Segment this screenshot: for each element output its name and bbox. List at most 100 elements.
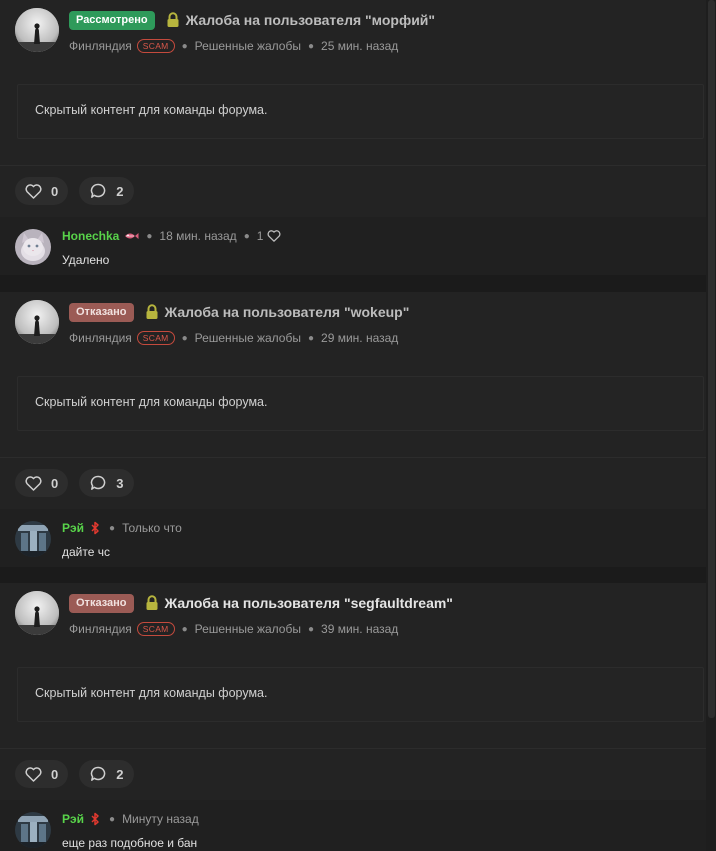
scrollbar[interactable] (706, 0, 716, 851)
hidden-content-box: Скрытый контент для команды форума. (17, 84, 704, 139)
comment-header: Рэй ● Только что (62, 521, 182, 535)
comment-time[interactable]: Минуту назад (122, 812, 199, 826)
commenter-avatar[interactable] (15, 229, 51, 265)
separator-dot: ● (109, 522, 116, 534)
forum-link[interactable]: Решенные жалобы (195, 39, 301, 53)
comment-bubble-icon (91, 475, 106, 490)
separator-dot: ● (109, 813, 116, 825)
author-name[interactable]: Финляндия (69, 39, 132, 53)
like-button[interactable]: 0 (15, 760, 69, 788)
hidden-content-text: Скрытый контент для команды форума. (35, 395, 268, 409)
comments-button[interactable]: 2 (79, 760, 135, 788)
comment-bubble-icon (91, 183, 106, 198)
commenter-name[interactable]: Рэй (62, 521, 84, 535)
separator-dot: ● (307, 40, 315, 52)
divider (0, 165, 706, 166)
thread-actions: 0 3 (15, 469, 145, 497)
comment-time[interactable]: 18 мин. назад (159, 229, 236, 243)
comment-header: Рэй ● Минуту назад (62, 812, 199, 826)
forum-link[interactable]: Решенные жалобы (195, 622, 301, 636)
author-avatar[interactable] (15, 8, 59, 52)
separator-dot: ● (307, 332, 315, 344)
thread-header: Отказано Жалоба на пользователя "segfaul… (0, 583, 706, 655)
scrollbar-thumb[interactable] (708, 0, 715, 718)
thread-header: Отказано Жалоба на пользователя "wokeup"… (0, 292, 706, 364)
thread-title[interactable]: Жалоба на пользователя "wokeup" (165, 304, 410, 320)
thread-actions: 0 2 (15, 177, 145, 205)
thread-title[interactable]: Жалоба на пользователя "segfaultdream" (165, 595, 453, 611)
comment-bubble-icon (91, 766, 106, 781)
lock-icon (167, 12, 179, 27)
thread-title-row: Отказано Жалоба на пользователя "wokeup" (69, 302, 409, 322)
like-count: 0 (51, 183, 59, 199)
like-button[interactable]: 0 (15, 177, 69, 205)
heart-icon (25, 183, 42, 199)
forum-link[interactable]: Решенные жалобы (195, 331, 301, 345)
divider (0, 457, 706, 458)
comment-count: 2 (116, 183, 124, 199)
last-comment: Honechka ● 18 мин. назад ● 1 Удалено (0, 217, 706, 275)
thread-card: Отказано Жалоба на пользователя "segfaul… (0, 583, 706, 800)
heart-icon (25, 475, 42, 491)
comments-button[interactable]: 2 (79, 177, 135, 205)
thread-title-row: Отказано Жалоба на пользователя "segfaul… (69, 593, 453, 613)
heart-icon[interactable] (267, 230, 281, 242)
scam-tag: SCAM (136, 39, 175, 53)
commenter-name[interactable]: Honechka (62, 229, 119, 243)
thread-card: Рассмотрено Жалоба на пользователя "морф… (0, 0, 706, 217)
thread-actions: 0 2 (15, 760, 145, 788)
author-avatar[interactable] (15, 300, 59, 344)
thread-title[interactable]: Жалоба на пользователя "морфий" (186, 12, 435, 28)
separator-dot: ● (181, 40, 188, 52)
separator-dot: ● (181, 332, 188, 344)
divider (0, 748, 706, 749)
post-time[interactable]: 25 мин. назад (321, 39, 398, 53)
scam-tag: SCAM (136, 622, 175, 636)
status-badge[interactable]: Отказано (69, 593, 134, 613)
comment-count: 3 (116, 475, 124, 491)
hidden-content-text: Скрытый контент для команды форума. (35, 686, 268, 700)
comment-text: Удалено (62, 253, 110, 267)
comment-count: 2 (116, 766, 124, 782)
like-button[interactable]: 0 (15, 469, 69, 497)
fish-badge-icon (125, 233, 139, 239)
lock-icon (146, 595, 158, 610)
author-name[interactable]: Финляндия (69, 331, 132, 345)
lock-icon (146, 304, 158, 319)
post-time[interactable]: 39 мин. назад (321, 622, 398, 636)
comment-time[interactable]: Только что (122, 521, 182, 535)
like-count: 0 (51, 766, 59, 782)
thread-card: Отказано Жалоба на пользователя "wokeup"… (0, 292, 706, 509)
commenter-avatar[interactable] (15, 521, 51, 557)
commenter-avatar[interactable] (15, 812, 51, 848)
last-comment: Рэй ● Только что дайте чс (0, 509, 706, 567)
thread-meta: Финляндия SCAM ● Решенные жалобы ● 39 ми… (69, 621, 398, 637)
thread-header: Рассмотрено Жалоба на пользователя "морф… (0, 0, 706, 72)
hidden-content-box: Скрытый контент для команды форума. (17, 667, 704, 722)
thread-title-row: Рассмотрено Жалоба на пользователя "морф… (69, 10, 435, 30)
bluetooth-rune-icon (91, 521, 99, 535)
status-badge[interactable]: Отказано (69, 302, 134, 322)
scam-tag: SCAM (136, 331, 175, 345)
comments-button[interactable]: 3 (79, 469, 135, 497)
separator-dot: ● (146, 230, 153, 242)
thread-meta: Финляндия SCAM ● Решенные жалобы ● 25 ми… (69, 38, 398, 54)
status-badge[interactable]: Рассмотрено (69, 10, 155, 30)
separator-dot: ● (307, 623, 315, 635)
comment-header: Honechka ● 18 мин. назад ● 1 (62, 229, 281, 243)
hidden-content-text: Скрытый контент для команды форума. (35, 103, 268, 117)
comment-text: дайте чс (62, 545, 110, 559)
thread-feed: Рассмотрено Жалоба на пользователя "морф… (0, 0, 716, 851)
bluetooth-rune-icon (91, 812, 99, 826)
author-name[interactable]: Финляндия (69, 622, 132, 636)
thread-meta: Финляндия SCAM ● Решенные жалобы ● 29 ми… (69, 330, 398, 346)
last-comment: Рэй ● Минуту назад еще раз подобное и ба… (0, 800, 706, 851)
post-time[interactable]: 29 мин. назад (321, 331, 398, 345)
heart-icon (25, 766, 42, 782)
author-avatar[interactable] (15, 591, 59, 635)
comment-like-count: 1 (256, 229, 264, 243)
like-count: 0 (51, 475, 59, 491)
commenter-name[interactable]: Рэй (62, 812, 84, 826)
hidden-content-box: Скрытый контент для команды форума. (17, 376, 704, 431)
separator-dot: ● (181, 623, 188, 635)
